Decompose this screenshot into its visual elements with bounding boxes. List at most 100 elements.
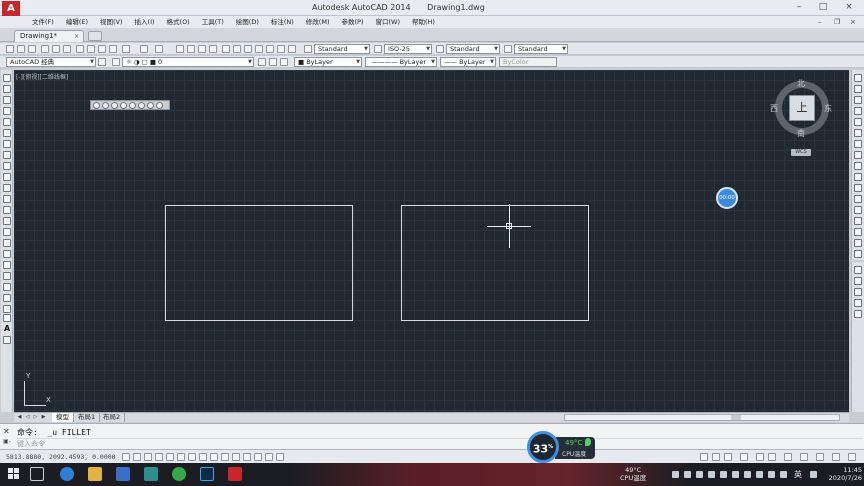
point-icon[interactable] — [3, 217, 11, 225]
ellipse-arc-icon[interactable] — [3, 184, 11, 192]
menu-draw[interactable]: 绘图(D) — [230, 16, 265, 28]
text-style-select[interactable]: Standard ▼ — [314, 44, 370, 54]
zoom-previous-icon[interactable] — [209, 45, 217, 53]
block-editor-icon[interactable] — [122, 45, 130, 53]
media-app-icon[interactable] — [144, 467, 158, 481]
scrollbar-thumb[interactable] — [731, 415, 741, 420]
workspace-select[interactable]: AutoCAD 经典 ▼ — [6, 57, 96, 67]
trim-icon[interactable] — [854, 173, 862, 181]
store-icon[interactable] — [116, 467, 130, 481]
snap-mode-icon[interactable] — [133, 453, 141, 461]
ime-mode-icon[interactable] — [810, 471, 817, 478]
360-browser-icon[interactable] — [172, 467, 186, 481]
first-layout-icon[interactable]: ◀ — [16, 414, 23, 421]
menu-edit[interactable]: 编辑(E) — [60, 16, 94, 28]
cut-icon[interactable] — [76, 45, 84, 53]
object-snap-icon[interactable] — [177, 453, 185, 461]
doc-minimize-icon[interactable]: – — [818, 16, 822, 28]
zoom-extents-icon[interactable] — [120, 102, 127, 109]
tray-icon-2[interactable] — [684, 471, 691, 478]
tray-icon-6[interactable] — [732, 471, 739, 478]
autocad-taskbar-icon[interactable] — [228, 467, 242, 481]
tab-layout2[interactable]: 布局2 — [99, 413, 126, 422]
quick-properties-icon[interactable] — [254, 453, 262, 461]
tab-model[interactable]: 模型 — [52, 413, 74, 422]
status-bar-menu-icon[interactable] — [832, 453, 840, 461]
calculator-icon[interactable] — [277, 45, 285, 53]
cpu-monitor-widget[interactable]: 49°C CPU温度 33% — [527, 431, 595, 463]
rectangle-icon[interactable] — [3, 118, 11, 126]
linetype-select[interactable]: ———— ByLayer ▼ — [365, 57, 437, 67]
donut-icon[interactable] — [3, 336, 11, 344]
drawing-canvas[interactable]: [-][俯视][二维线框] Y X 上 北 南 西 东 WCS 00:00 — [14, 70, 849, 412]
tool-palettes-icon[interactable] — [244, 45, 252, 53]
tab-close-icon[interactable]: × — [74, 31, 79, 42]
compass-west[interactable]: 西 — [770, 103, 778, 114]
volume-icon[interactable] — [756, 471, 763, 478]
spline-icon[interactable] — [3, 162, 11, 170]
3d-object-snap-icon[interactable] — [188, 453, 196, 461]
compass-east[interactable]: 东 — [824, 103, 832, 114]
photoshop-icon[interactable] — [200, 467, 214, 481]
tray-icon-3[interactable] — [696, 471, 703, 478]
text-tool-icon[interactable]: A — [4, 324, 10, 333]
array-icon[interactable] — [854, 118, 862, 126]
command-expand-icon[interactable]: ▣- — [3, 438, 11, 445]
transparency-icon[interactable] — [243, 453, 251, 461]
menu-view[interactable]: 视图(V) — [94, 16, 129, 28]
zoom-all-icon[interactable] — [111, 102, 118, 109]
menu-parametric[interactable]: 参数(P) — [335, 16, 369, 28]
paste-icon[interactable] — [98, 45, 106, 53]
layer-manager-icon[interactable] — [112, 58, 120, 66]
construction-line-icon[interactable] — [3, 85, 11, 93]
menu-help[interactable]: 帮助(H) — [406, 16, 441, 28]
polyline-icon[interactable] — [3, 96, 11, 104]
helix-icon[interactable] — [3, 314, 11, 322]
pan-icon[interactable] — [176, 45, 184, 53]
insert-block-icon[interactable] — [3, 195, 11, 203]
dynamic-ucs-icon[interactable] — [210, 453, 218, 461]
print-preview-icon[interactable] — [52, 45, 60, 53]
prev-layout-icon[interactable]: ◁ — [24, 414, 31, 421]
help-icon[interactable] — [288, 45, 296, 53]
layer-states-icon[interactable] — [280, 58, 288, 66]
close-icon[interactable]: × — [840, 1, 858, 14]
menu-tools[interactable]: 工具(T) — [196, 16, 230, 28]
drawn-rectangle-left[interactable] — [165, 205, 353, 321]
chamfer-icon[interactable] — [854, 228, 862, 236]
input-language[interactable]: 英 — [794, 469, 802, 480]
lineweight-select[interactable]: —— ByLayer ▼ — [440, 57, 496, 67]
copy-object-icon[interactable] — [854, 85, 862, 93]
next-layout-icon[interactable]: ▷ — [32, 414, 39, 421]
color-select[interactable]: ■ ByLayer ▼ — [294, 57, 362, 67]
bring-to-front-icon[interactable] — [854, 266, 862, 274]
annotation-monitor-icon[interactable] — [276, 453, 284, 461]
ortho-mode-icon[interactable] — [155, 453, 163, 461]
table-style-icon[interactable] — [436, 45, 444, 53]
menu-modify[interactable]: 修改(M) — [300, 16, 336, 28]
menu-window[interactable]: 窗口(W) — [369, 16, 406, 28]
polar-tracking-icon[interactable] — [166, 453, 174, 461]
doc-close-icon[interactable]: × — [850, 16, 856, 28]
model-space-icon[interactable] — [700, 453, 708, 461]
circle-icon[interactable] — [3, 140, 11, 148]
drawn-rectangle-right[interactable] — [401, 205, 589, 321]
make-current-layer-icon[interactable] — [258, 58, 266, 66]
tab-drawing1[interactable]: Drawing1* × — [14, 30, 84, 42]
selection-cycling-icon[interactable] — [265, 453, 273, 461]
extend-icon[interactable] — [854, 184, 862, 192]
multiline-text-icon[interactable] — [3, 272, 11, 280]
stretch-icon[interactable] — [854, 162, 862, 170]
tray-icon-1[interactable] — [672, 471, 679, 478]
hatch-icon[interactable] — [3, 228, 11, 236]
clock[interactable]: 11:45 2020/7/26 — [826, 466, 862, 482]
multileader-style-icon[interactable] — [504, 45, 512, 53]
text-to-front-icon[interactable] — [854, 310, 862, 318]
break-at-point-icon[interactable] — [854, 195, 862, 203]
cursor-coordinates[interactable]: 5813.8880, 2092.4593, 0.0000 — [6, 453, 116, 461]
workspace-switching-icon[interactable] — [768, 453, 776, 461]
text-style-icon[interactable] — [304, 45, 312, 53]
grid-display-icon[interactable] — [144, 453, 152, 461]
lineweight-toggle-icon[interactable] — [232, 453, 240, 461]
quick-view-layouts-icon[interactable] — [712, 453, 720, 461]
